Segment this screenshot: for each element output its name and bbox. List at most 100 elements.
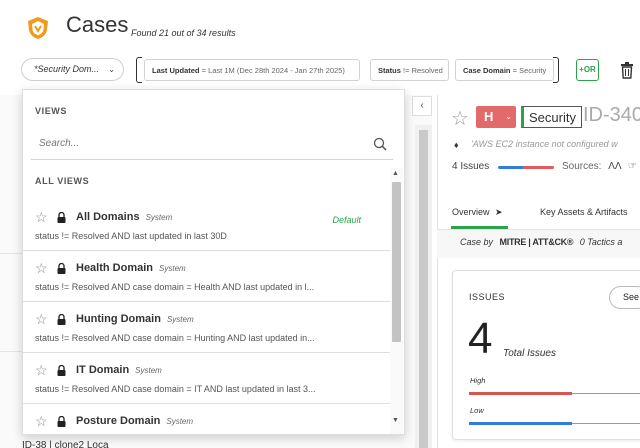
- view-item-name: IT Domain System: [76, 364, 162, 376]
- view-item-all-domains[interactable]: ☆ All Domains System status != Resolved A…: [23, 200, 391, 251]
- view-item-posture-domain[interactable]: ☆ Posture Domain System: [23, 404, 391, 434]
- star-icon[interactable]: ☆: [35, 311, 48, 328]
- view-item-name-text: All Domains: [76, 211, 140, 223]
- star-icon[interactable]: ☆: [451, 106, 469, 131]
- sources-text: Sources:: [562, 161, 602, 172]
- filter-chip-key: Case Domain: [463, 66, 511, 75]
- view-item-badge: System: [166, 417, 194, 426]
- trash-icon[interactable]: [620, 61, 634, 79]
- case-domain-tag: Security: [521, 106, 582, 128]
- lock-icon: [57, 314, 66, 325]
- issues-count: 4 Issues: [452, 161, 490, 172]
- case-by-row: Case by MITRE | ATT&CK® 0 Tactics a: [437, 230, 640, 258]
- view-item-health-domain[interactable]: ☆ Health Domain System status != Resolved…: [23, 251, 391, 302]
- case-description: 'AWS EC2 instance not configured w: [471, 139, 618, 149]
- view-item-name: Posture Domain System: [76, 415, 193, 427]
- collapse-panel-button[interactable]: ‹: [412, 96, 432, 116]
- add-or-filter-button[interactable]: +OR: [576, 59, 599, 81]
- domain-view-select[interactable]: *Security Dom... ⌄: [21, 58, 124, 81]
- view-item-description: status != Resolved AND case domain = IT …: [35, 384, 316, 394]
- chevron-down-icon: ⌄: [505, 112, 512, 121]
- total-issues-count: 4: [468, 314, 493, 363]
- view-item-badge: System: [166, 315, 194, 324]
- issues-card-title: ISSUES: [469, 292, 506, 302]
- tab-key-assets[interactable]: Key Assets & Artifacts: [540, 207, 628, 217]
- views-dropdown: VIEWS ALL VIEWS ☆ All Domains System stat…: [22, 89, 405, 435]
- issues-severity-bar: [498, 166, 554, 169]
- low-severity-label: Low: [470, 406, 484, 415]
- view-item-badge: System: [159, 264, 186, 273]
- star-icon[interactable]: ☆: [35, 209, 48, 226]
- see-all-button[interactable]: See: [609, 286, 640, 309]
- views-search-input[interactable]: [39, 138, 359, 149]
- filter-chip-key: Last Updated: [152, 66, 200, 75]
- severity-label: H: [484, 109, 494, 124]
- pin-icon: ➤: [495, 207, 503, 217]
- low-severity-bar-track: [572, 423, 640, 424]
- high-severity-bar-track: [572, 393, 640, 394]
- lock-icon: [57, 212, 66, 223]
- star-icon[interactable]: ☆: [35, 260, 48, 277]
- star-icon[interactable]: ☆: [35, 362, 48, 379]
- scroll-up-arrow-icon[interactable]: ▲: [392, 170, 399, 177]
- views-dropdown-scrollbar-thumb[interactable]: [392, 182, 401, 342]
- domain-view-select-label: *Security Dom...: [34, 64, 100, 74]
- severity-badge[interactable]: H ⌄: [476, 106, 516, 128]
- filter-chip-op: =: [512, 66, 518, 75]
- lock-icon: [57, 263, 66, 274]
- filter-chip-op: =: [201, 66, 206, 75]
- tab-overview-label: Overview: [452, 207, 490, 217]
- sources-label: Sources: ΛΛ ☞: [562, 161, 637, 172]
- view-item-name-text: Posture Domain: [76, 415, 161, 427]
- view-item-description: status != Resolved AND last updated in l…: [35, 231, 227, 241]
- filter-chip-last-updated[interactable]: Last Updated = Last 1M (Dec 28th 2024 - …: [144, 59, 360, 81]
- filter-chip-key: Status: [378, 66, 401, 75]
- view-item-description: status != Resolved AND case domain = Hun…: [35, 333, 315, 343]
- filter-chip-value: Last 1M (Dec 28th 2024 - Jan 27th 2025): [208, 66, 345, 75]
- case-by-label: Case by: [460, 237, 494, 247]
- filter-chip-op: !=: [403, 66, 410, 75]
- filter-group-bracket-left: [136, 57, 142, 83]
- low-severity-bar: [469, 422, 572, 425]
- view-item-badge: System: [135, 366, 162, 375]
- filter-chip-status[interactable]: Status != Resolved: [370, 59, 449, 81]
- scroll-down-arrow-icon[interactable]: ▼: [392, 417, 399, 424]
- view-item-name: Health Domain System: [76, 262, 186, 274]
- result-count: Found 21 out of 34 results: [131, 28, 236, 38]
- view-item-description: status != Resolved AND case domain = Hea…: [35, 282, 315, 292]
- view-item-name-text: IT Domain: [76, 364, 130, 376]
- default-view-label: Default: [332, 215, 361, 225]
- shield-logo-icon: [28, 17, 48, 39]
- view-item-name-text: Health Domain: [76, 262, 154, 274]
- star-icon[interactable]: ☆: [35, 413, 48, 430]
- filter-group-bracket-right: [553, 57, 559, 83]
- mitre-attack-logo: MITRE | ATT&CK®: [499, 237, 574, 247]
- view-item-hunting-domain[interactable]: ☆ Hunting Domain System status != Resolve…: [23, 302, 391, 353]
- filter-chip-value: Security: [519, 66, 547, 75]
- view-item-name: All Domains System: [76, 211, 172, 223]
- lock-icon: [57, 365, 66, 376]
- cursor-icon: ☞: [627, 161, 637, 172]
- view-item-it-domain[interactable]: ☆ IT Domain System status != Resolved AND…: [23, 353, 391, 404]
- lock-icon: [57, 416, 66, 427]
- total-issues-label: Total Issues: [503, 348, 556, 359]
- page-title: Cases: [66, 12, 129, 37]
- tactics-count: 0 Tactics a: [579, 237, 623, 247]
- case-list-row-id[interactable]: ID-38 | clone2 Loca: [22, 440, 109, 448]
- high-severity-bar: [469, 392, 572, 395]
- filter-chip-value: Resolved: [411, 66, 443, 75]
- source-icon: ΛΛ: [608, 161, 622, 172]
- high-severity-label: High: [470, 376, 486, 385]
- chevron-down-icon: ⌄: [108, 65, 115, 74]
- tab-overview[interactable]: Overview ➤: [452, 207, 503, 218]
- views-search-box: [31, 130, 393, 160]
- filter-chip-case-domain[interactable]: Case Domain = Security: [455, 59, 554, 81]
- case-list-scrollbar-thumb[interactable]: [419, 130, 428, 448]
- view-item-badge: System: [145, 213, 173, 222]
- view-item-name-text: Hunting Domain: [76, 313, 161, 325]
- tag-icon: ♦: [454, 140, 459, 150]
- views-section-label: VIEWS: [35, 106, 68, 116]
- view-item-name: Hunting Domain System: [76, 313, 194, 325]
- search-icon[interactable]: [373, 137, 387, 151]
- case-id: ID-340: [583, 104, 640, 126]
